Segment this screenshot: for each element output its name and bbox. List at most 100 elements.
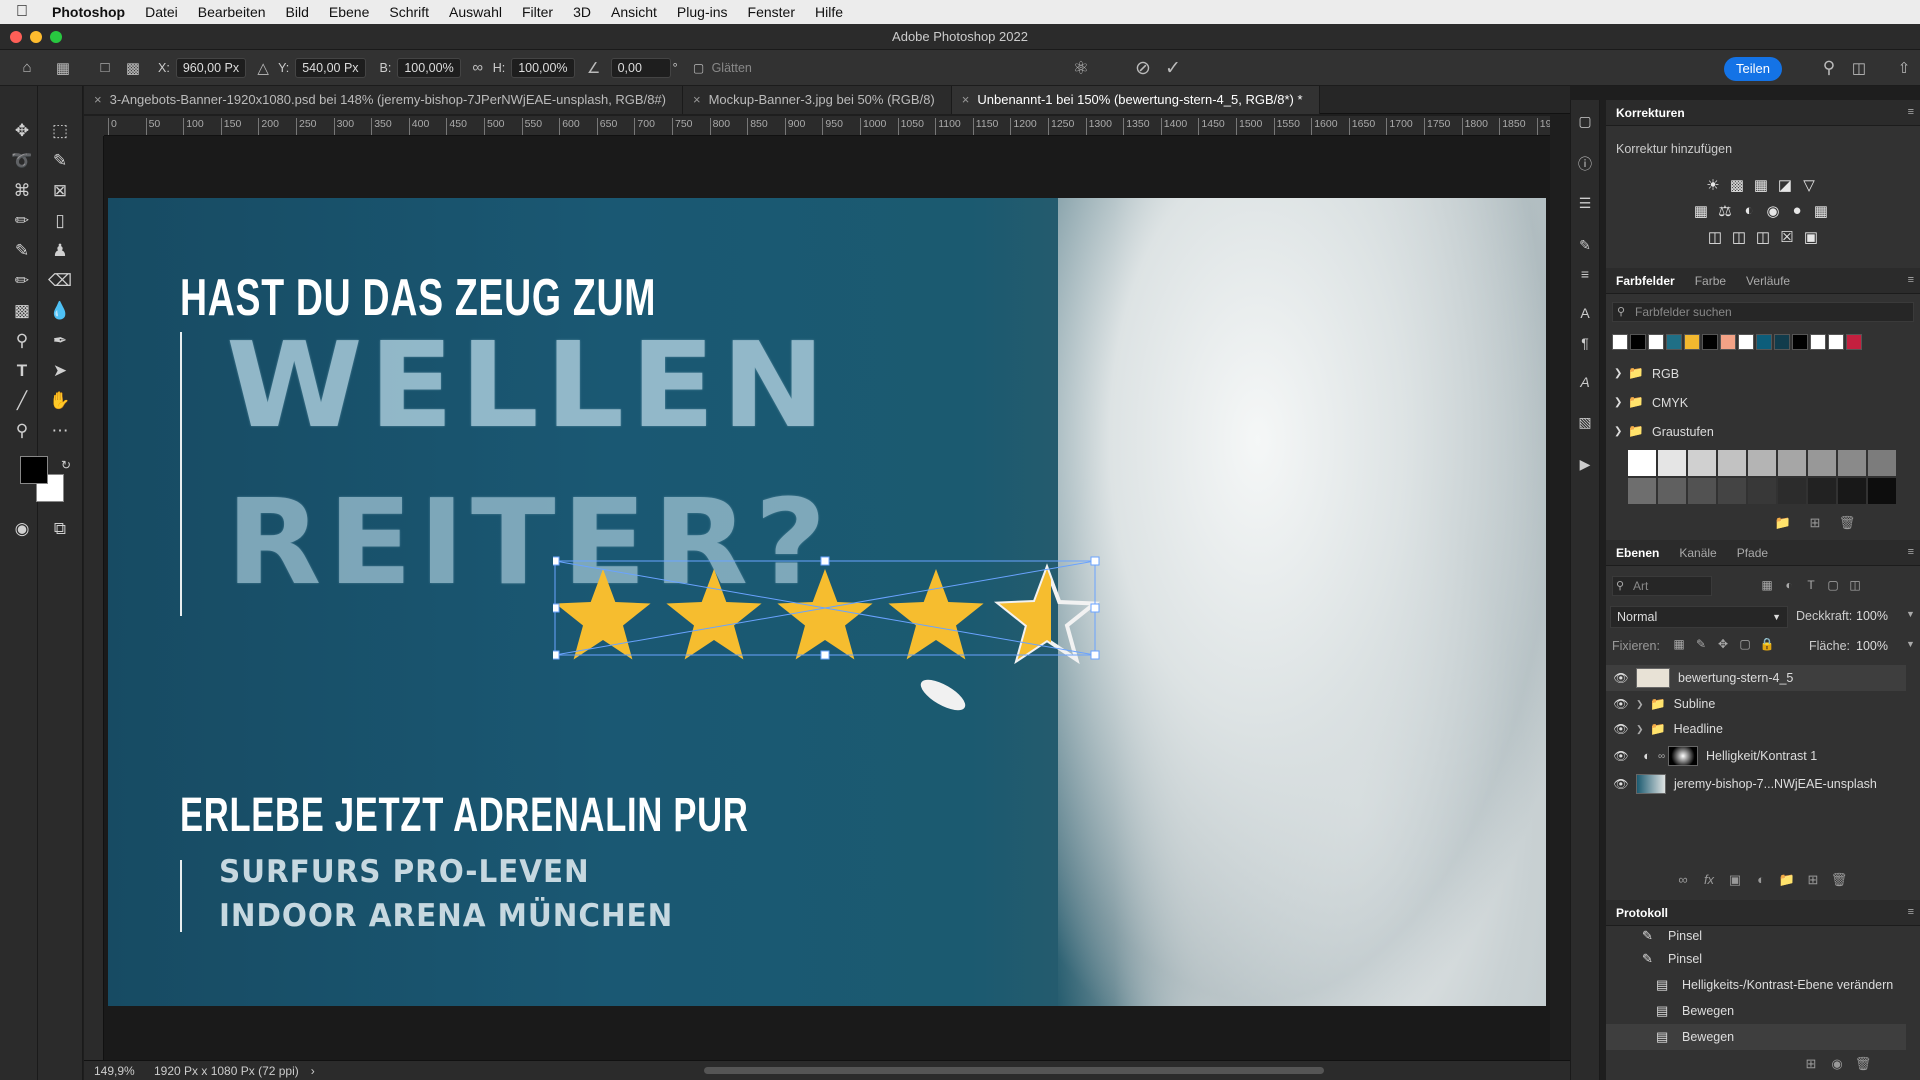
glyphs-icon[interactable]: A: [1575, 374, 1595, 394]
swatch-group-cmyk[interactable]: ❯ 📁 CMYK: [1614, 395, 1688, 410]
transform-tool-icon[interactable]: ▦: [52, 57, 74, 79]
layer-mask-thumbnail[interactable]: [1668, 746, 1698, 766]
horizontal-ruler[interactable]: 0 50 100 150 200 250 300 350 400 450 500 550 600 650 7…: [104, 116, 1550, 136]
exposure-adjustment-icon[interactable]: ◪: [1774, 176, 1796, 194]
move-tool-icon[interactable]: ✥: [8, 118, 36, 144]
eye-icon[interactable]: 👁: [1606, 671, 1636, 685]
tab-pfade[interactable]: Pfade: [1727, 546, 1778, 560]
opacity-field[interactable]: 100%: [1856, 609, 1888, 623]
menu-photoshop[interactable]: Photoshop: [52, 4, 125, 20]
delete-swatch-icon[interactable]: 🗑: [1836, 515, 1858, 531]
eraser-tool-icon[interactable]: ⌫: [46, 268, 74, 294]
dodge-tool-icon[interactable]: ⚲: [8, 328, 36, 354]
gray-swatch[interactable]: [1718, 450, 1746, 476]
height-field[interactable]: 100,00%: [511, 57, 575, 78]
healing-brush-tool-icon[interactable]: ▯: [46, 208, 74, 234]
pen-tool-icon[interactable]: ✒: [46, 328, 74, 354]
tab-angebots-banner[interactable]: × 3-Angebots-Banner-1920x1080.psd bei 148…: [84, 86, 683, 114]
layer-style-fx-icon[interactable]: fx: [1698, 872, 1720, 887]
history-item-helligkeit[interactable]: ▤ Helligkeits-/Kontrast-Ebene verändern: [1606, 972, 1906, 998]
libraries-icon[interactable]: ≡: [1575, 266, 1595, 286]
chain-link-icon[interactable]: ∞: [1658, 751, 1668, 762]
close-tab-icon[interactable]: ×: [94, 92, 102, 107]
transform-handle[interactable]: [1090, 556, 1100, 566]
gray-swatch[interactable]: [1808, 450, 1836, 476]
filter-pixel-icon[interactable]: ▦: [1756, 578, 1778, 592]
cancel-transform-icon[interactable]: ⊘: [1132, 57, 1154, 79]
curves-adjustment-icon[interactable]: ▦: [1750, 176, 1772, 194]
quick-selection-tool-icon[interactable]: ✎: [46, 148, 74, 174]
link-icon[interactable]: ∞: [467, 57, 489, 79]
gray-swatch[interactable]: [1658, 450, 1686, 476]
layer-jeremy-bishop[interactable]: 👁 jeremy-bishop-7...NWjEAE-unsplash: [1606, 771, 1906, 797]
gray-swatch[interactable]: [1778, 450, 1806, 476]
gradient-tool-icon[interactable]: ▩: [8, 298, 36, 324]
horizontal-scrollbar[interactable]: [704, 1067, 1324, 1074]
menu-ebene[interactable]: Ebene: [329, 4, 369, 20]
screen-mode-icon[interactable]: ⧉: [46, 516, 74, 542]
clone-stamp-tool-icon[interactable]: ♟: [46, 238, 74, 264]
star-rating-layer[interactable]: [553, 551, 1118, 671]
character-icon[interactable]: A: [1575, 305, 1595, 325]
transform-handle[interactable]: [553, 650, 560, 660]
vibrance-adjustment-icon[interactable]: ▽: [1798, 176, 1820, 194]
menu-schrift[interactable]: Schrift: [389, 4, 429, 20]
blend-mode-select[interactable]: Normal ▼: [1610, 606, 1788, 628]
swatch-group-rgb[interactable]: ❯ 📁 RGB: [1614, 366, 1679, 381]
color-swatch[interactable]: [1810, 334, 1826, 350]
transform-handle[interactable]: [820, 650, 830, 660]
color-swatch[interactable]: [1738, 334, 1754, 350]
eye-icon[interactable]: 👁: [1606, 697, 1636, 711]
swatch-search-input[interactable]: Farbfelder suchen: [1612, 302, 1914, 322]
adjustments-icon[interactable]: ✎: [1575, 237, 1595, 257]
hue-saturation-icon[interactable]: ▦: [1690, 202, 1712, 220]
new-layer-icon[interactable]: ⊞: [1802, 872, 1824, 888]
commit-transform-icon[interactable]: ✓: [1162, 57, 1184, 79]
blur-tool-icon[interactable]: 💧: [46, 298, 74, 324]
color-swatch[interactable]: [1630, 334, 1646, 350]
chevron-down-icon[interactable]: ▼: [1906, 609, 1915, 619]
panel-menu-icon[interactable]: ≡: [1908, 106, 1914, 118]
history-item-bewegen[interactable]: ▤ Bewegen: [1606, 998, 1906, 1024]
frame-tool-icon[interactable]: ⊠: [46, 178, 74, 204]
delete-layer-icon[interactable]: 🗑: [1828, 872, 1850, 888]
transform-handle[interactable]: [820, 556, 830, 566]
panel-menu-icon[interactable]: ≡: [1908, 906, 1914, 918]
menu-datei[interactable]: Datei: [145, 4, 178, 20]
menu-plugins[interactable]: Plug-ins: [677, 4, 728, 20]
status-arrow-icon[interactable]: ›: [311, 1064, 315, 1078]
tab-ebenen[interactable]: Ebenen: [1606, 546, 1669, 560]
close-window-button[interactable]: [10, 31, 22, 43]
layer-helligkeit-kontrast[interactable]: 👁 ◐ ∞ Helligkeit/Kontrast 1: [1606, 743, 1906, 769]
color-balance-icon[interactable]: ⚖: [1714, 202, 1736, 220]
layer-group-subline[interactable]: 👁 ❯ 📁 Subline: [1606, 691, 1906, 717]
reference-point-toggle-icon[interactable]: □: [94, 57, 116, 79]
gray-swatch[interactable]: [1838, 450, 1866, 476]
foreground-color-swatch-top[interactable]: [20, 456, 48, 484]
invert-icon[interactable]: ◫: [1704, 228, 1726, 246]
new-group-icon[interactable]: 📁: [1772, 515, 1794, 531]
levels-adjustment-icon[interactable]: ▩: [1726, 176, 1748, 194]
color-swatch[interactable]: [1648, 334, 1664, 350]
gray-swatch[interactable]: [1628, 450, 1656, 476]
color-swatch[interactable]: [1792, 334, 1808, 350]
lock-position-icon[interactable]: ✥: [1712, 637, 1734, 651]
share-button[interactable]: Teilen: [1724, 57, 1782, 81]
share-export-icon[interactable]: ⇧: [1893, 57, 1915, 79]
eyedropper-tool-icon[interactable]: ✏: [8, 208, 36, 234]
paragraph-icon[interactable]: ¶: [1575, 335, 1595, 355]
tab-protokoll[interactable]: Protokoll: [1606, 906, 1678, 920]
layer-bewertung-stern[interactable]: 👁 bewertung-stern-4_5: [1606, 665, 1906, 691]
menu-bearbeiten[interactable]: Bearbeiten: [198, 4, 266, 20]
zoom-window-button[interactable]: [50, 31, 62, 43]
color-swatch[interactable]: [1612, 334, 1628, 350]
color-swatch[interactable]: [1756, 334, 1772, 350]
info-icon[interactable]: ⓘ: [1575, 154, 1595, 174]
layer-group-headline[interactable]: 👁 ❯ 📁 Headline: [1606, 716, 1906, 742]
new-adjustment-layer-icon[interactable]: ◐: [1750, 872, 1772, 887]
warp-icon[interactable]: ⚛: [1070, 57, 1092, 79]
reference-point-grid-icon[interactable]: ▩: [122, 57, 144, 79]
color-swatch[interactable]: [1774, 334, 1790, 350]
apple-menu-icon[interactable]: : [16, 3, 38, 21]
snapshot-camera-icon[interactable]: ◉: [1826, 1056, 1848, 1072]
